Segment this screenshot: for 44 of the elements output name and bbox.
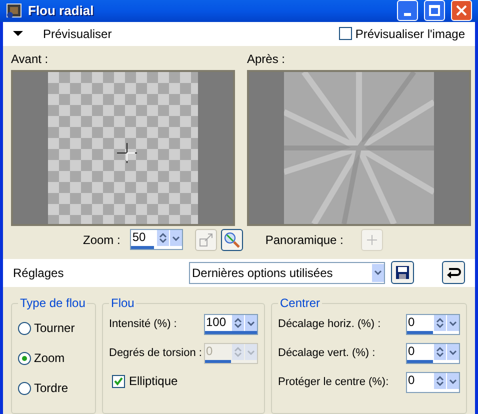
spin-arrows-icon[interactable] <box>434 344 446 360</box>
spin-arrows-icon[interactable] <box>434 373 446 389</box>
elliptical-checkbox[interactable]: Elliptique <box>112 372 258 390</box>
number-field[interactable]: 50 <box>130 229 184 250</box>
return-arrow-icon <box>446 266 461 280</box>
field-label: Degrés de torsion : <box>109 346 203 362</box>
group-title: Flou <box>110 295 136 312</box>
app-icon <box>6 2 22 19</box>
pan-label: Panoramique : <box>265 232 344 249</box>
spin-arrows-icon[interactable] <box>434 315 446 331</box>
fit-window-icon <box>199 232 214 247</box>
move-icon <box>367 234 378 245</box>
field-label: Intensité (%) : <box>109 317 178 332</box>
save-button[interactable] <box>391 261 414 284</box>
field-label: Protéger le centre (%): <box>278 375 390 390</box>
crosshair-icon <box>117 142 137 163</box>
reset-button[interactable] <box>442 261 465 284</box>
radio-option[interactable]: Tourner <box>18 318 89 338</box>
expand-toggle[interactable]: Prévisualiser <box>13 24 112 43</box>
window-title: Flou radial <box>28 2 95 20</box>
field-label: Décalage horiz. (%) : <box>278 317 382 332</box>
spin-arrows-icon[interactable] <box>232 315 244 331</box>
spin-arrows-icon[interactable] <box>157 230 170 246</box>
before-label: Avant : <box>11 50 50 68</box>
close-button[interactable] <box>451 0 472 22</box>
number-field[interactable]: 0 <box>406 343 460 364</box>
number-field[interactable]: 100 <box>204 314 258 335</box>
number-field[interactable]: 0 <box>406 314 460 335</box>
minimize-button[interactable] <box>397 0 418 22</box>
check-icon <box>114 376 123 386</box>
group-title: Centrer <box>279 295 322 312</box>
after-label: Après : <box>247 50 286 68</box>
group-title: Type de flou <box>19 295 86 312</box>
number-field[interactable]: 0 <box>406 372 460 393</box>
preview-image-checkbox[interactable]: Prévisualiser l'image <box>339 24 465 43</box>
presets-dropdown[interactable]: Dernières options utilisées <box>189 262 385 284</box>
zoom-label: Zoom : <box>83 232 120 249</box>
zoom-reset-button[interactable] <box>221 228 244 251</box>
field-label: Décalage vert. (%) : <box>278 346 376 362</box>
maximize-button[interactable] <box>424 0 445 22</box>
presets-label: Réglages <box>13 264 65 282</box>
radio-option[interactable]: Tordre <box>18 378 89 398</box>
close-icon <box>456 5 467 16</box>
radio-option[interactable]: Zoom <box>18 348 89 368</box>
